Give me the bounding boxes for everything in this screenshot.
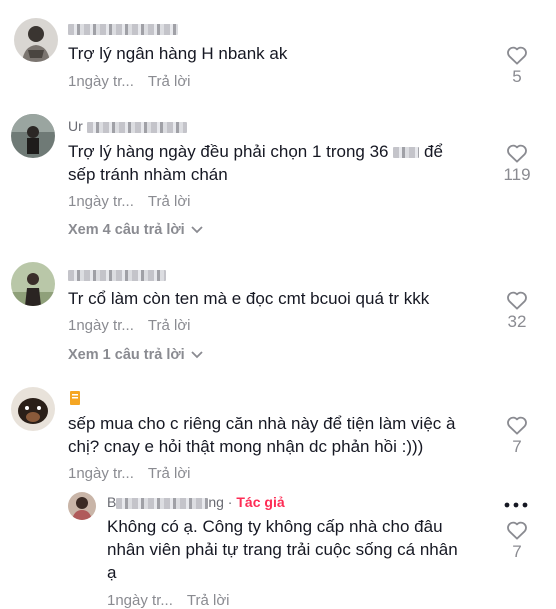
heart-icon: [507, 46, 527, 65]
comment-meta: 1ngày tr... Trả lời: [68, 193, 191, 210]
more-icon[interactable]: [504, 502, 528, 508]
username[interactable]: [68, 390, 84, 409]
reply-time: 1ngày tr...: [107, 592, 173, 609]
like-button[interactable]: 32: [497, 290, 537, 332]
like-button[interactable]: 5: [497, 45, 537, 87]
like-count: 119: [503, 165, 531, 184]
like-count: 5: [512, 67, 522, 86]
like-button[interactable]: 119: [497, 143, 537, 185]
avatar[interactable]: [14, 18, 58, 62]
comment-text: Trợ lý ngân hàng H nbank ak: [68, 44, 288, 63]
view-replies-button[interactable]: Xem 1 câu trả lời: [68, 347, 203, 363]
avatar[interactable]: [68, 492, 96, 520]
comment-meta: 1ngày tr... Trả lời: [68, 73, 191, 90]
like-count: 7: [512, 437, 522, 456]
avatar[interactable]: [11, 387, 55, 431]
heart-icon: [507, 416, 527, 435]
comment-meta: 1ngày tr... Trả lời: [68, 465, 191, 482]
comment-text: Tr cổ làm còn ten mà e đọc cmt bcuoi quá…: [68, 289, 430, 308]
comment-time: 1ngày tr...: [68, 73, 134, 90]
username[interactable]: [68, 20, 178, 36]
avatar[interactable]: [11, 114, 55, 158]
comment-time: 1ngày tr...: [68, 317, 134, 334]
heart-icon: [507, 291, 527, 310]
blurred-username: [68, 269, 166, 281]
blurred-username: [68, 23, 178, 35]
pencil-icon: [70, 391, 80, 405]
username[interactable]: Ur: [68, 118, 187, 134]
reply-button[interactable]: Trả lời: [187, 592, 230, 609]
like-count: 7: [512, 542, 522, 561]
blurred-username: [86, 121, 187, 133]
view-replies-button[interactable]: Xem 4 câu trả lời: [68, 222, 203, 238]
blurred-text: [393, 147, 420, 159]
like-button[interactable]: 7: [497, 415, 537, 457]
blurred-username: [116, 497, 209, 509]
reply-button[interactable]: Trả lời: [148, 317, 191, 334]
author-badge: Tác giả: [236, 494, 285, 510]
username[interactable]: Bng · Tác giả: [107, 494, 285, 510]
reply-button[interactable]: Trả lời: [148, 193, 191, 210]
heart-icon: [507, 521, 527, 540]
comment-text: Trợ lý hàng ngày đều phải chọn 1 trong 3…: [68, 142, 443, 184]
comment-time: 1ngày tr...: [68, 465, 134, 482]
chevron-down-icon: [191, 351, 203, 359]
reply-button[interactable]: Trả lời: [148, 465, 191, 482]
comment-text: sếp mua cho c riêng căn nhà này để tiện …: [68, 414, 456, 456]
avatar[interactable]: [11, 262, 55, 306]
like-button[interactable]: 7: [497, 520, 537, 562]
reply-button[interactable]: Trả lời: [148, 73, 191, 90]
comment-time: 1ngày tr...: [68, 193, 134, 210]
username[interactable]: [68, 266, 166, 282]
reply-text: Không có ạ. Công ty không cấp nhà cho đâ…: [107, 517, 458, 582]
chevron-down-icon: [191, 226, 203, 234]
reply-meta: 1ngày tr... Trả lời: [107, 592, 230, 609]
comment-meta: 1ngày tr... Trả lời: [68, 317, 191, 334]
like-count: 32: [507, 312, 527, 331]
heart-icon: [507, 144, 527, 163]
